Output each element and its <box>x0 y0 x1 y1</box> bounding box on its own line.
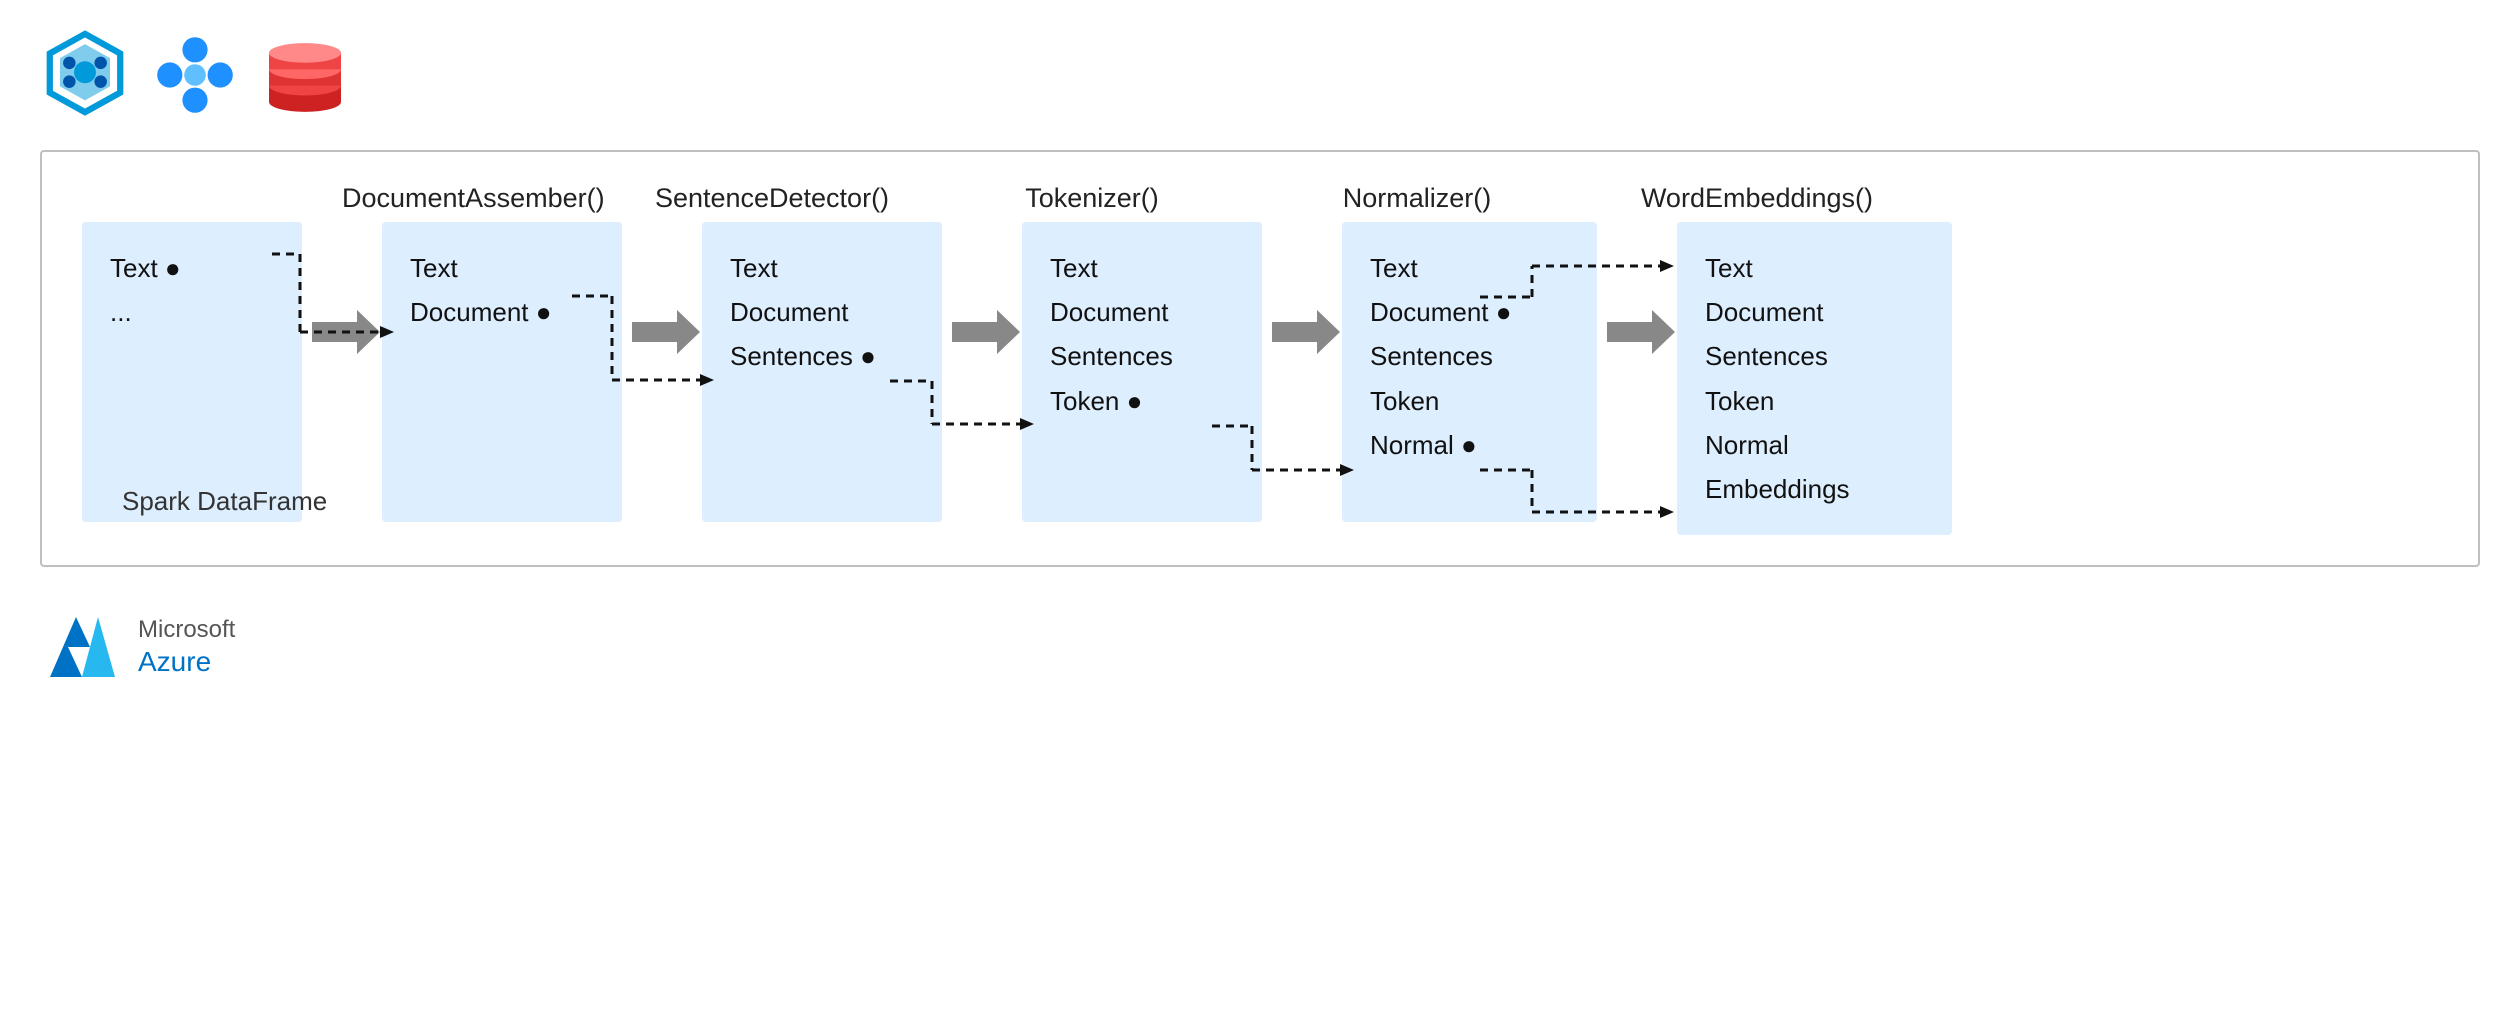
norm-token: Token <box>1370 379 1569 423</box>
stage-normalizer: Text Document ● Sentences Token Normal ● <box>1342 222 1597 522</box>
input-text-field: Text ● <box>110 246 274 290</box>
input-ellipsis: ... <box>110 290 274 334</box>
bottom-azure-logo: Microsoft Azure <box>0 587 2520 687</box>
stage-wordembeddings: Text Document Sentences Token Normal Emb… <box>1677 222 1952 535</box>
arrow-3 <box>942 222 1022 362</box>
spark-dataframe-label: Spark DataFrame <box>122 486 327 517</box>
label-documentassembler: DocumentAssember() <box>342 182 572 214</box>
we-token: Token <box>1705 379 1924 423</box>
label-sentencedetector: SentenceDetector() <box>652 182 892 214</box>
stage-boxes: Text ● ... Text Document ● <box>82 222 2438 535</box>
norm-document: Document ● <box>1370 290 1569 334</box>
tok-token: Token ● <box>1050 379 1234 423</box>
we-text: Text <box>1705 246 1924 290</box>
top-logos <box>0 0 2520 140</box>
azure-label: Azure <box>138 645 235 679</box>
we-document: Document <box>1705 290 1924 334</box>
pipeline-boxes-row: Text ● ... Text Document ● <box>82 222 2438 535</box>
sd-document: Document <box>730 290 914 334</box>
tok-text: Text <box>1050 246 1234 290</box>
label-normalizer: Normalizer() <box>1292 182 1542 214</box>
norm-sentences: Sentences <box>1370 334 1569 378</box>
label-tokenizer: Tokenizer() <box>972 182 1212 214</box>
tok-sentences: Sentences <box>1050 334 1234 378</box>
tok-document: Document <box>1050 290 1234 334</box>
sd-text: Text <box>730 246 914 290</box>
arrow-4 <box>1262 222 1342 362</box>
da-document: Document ● <box>410 290 594 334</box>
sd-sentences: Sentences ● <box>730 334 914 378</box>
label-wordembeddings: WordEmbeddings() <box>1622 182 1892 214</box>
we-sentences: Sentences <box>1705 334 1924 378</box>
arrow-2 <box>622 222 702 362</box>
norm-normal: Normal ● <box>1370 423 1569 467</box>
microsoft-label: Microsoft <box>138 616 235 645</box>
pipeline-canvas: DocumentAssember() SentenceDetector() To… <box>82 182 2438 535</box>
databricks-logo-icon <box>150 30 240 120</box>
norm-text: Text <box>1370 246 1569 290</box>
azure-logo-icon <box>40 607 120 687</box>
stage-sentencedetector: Text Document Sentences ● <box>702 222 942 522</box>
arrow-5 <box>1597 222 1677 362</box>
we-embeddings: Embeddings <box>1705 467 1924 511</box>
da-text: Text <box>410 246 594 290</box>
stage-documentassembler: Text Document ● <box>382 222 622 522</box>
arrow-1 <box>302 222 382 362</box>
redis-logo-icon <box>260 30 350 120</box>
azure-text-block: Microsoft Azure <box>138 616 235 678</box>
stage-tokenizer: Text Document Sentences Token ● <box>1022 222 1262 522</box>
stage-input: Text ● ... <box>82 222 302 522</box>
we-normal: Normal <box>1705 423 1924 467</box>
pipeline-diagram: DocumentAssember() SentenceDetector() To… <box>40 150 2480 567</box>
spark-logo-icon <box>40 30 130 120</box>
